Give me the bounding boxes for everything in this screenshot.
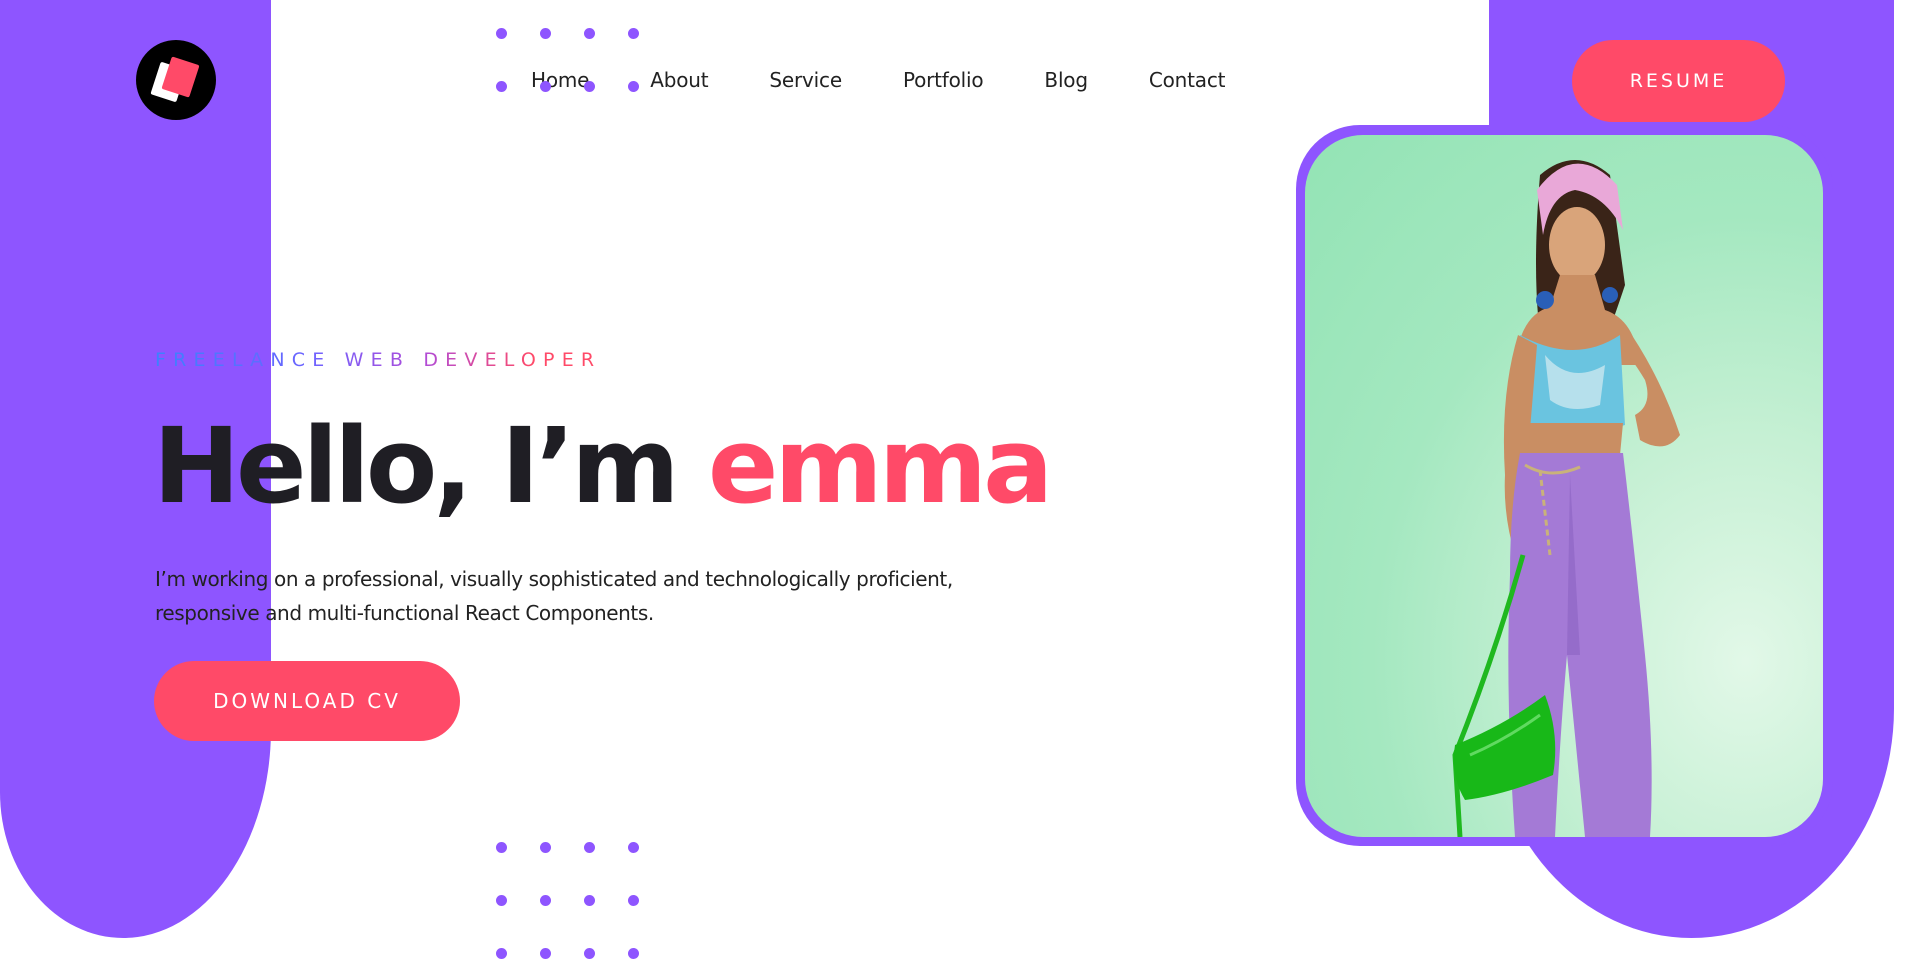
dot <box>584 28 595 39</box>
dot <box>628 895 639 906</box>
hero-title-prefix: Hello, I’m <box>153 405 708 527</box>
hero-description: I’m working on a professional, visually … <box>155 567 953 625</box>
nav-item-blog[interactable]: Blog <box>1044 68 1088 92</box>
nav-item-home[interactable]: Home <box>531 68 589 92</box>
decorative-dots-bottom <box>496 842 639 959</box>
hero-eyebrow: FREELANCE WEB DEVELOPER <box>155 349 602 371</box>
download-cv-button[interactable]: DOWNLOAD CV <box>154 661 460 741</box>
dot <box>540 842 551 853</box>
dot <box>540 28 551 39</box>
nav-item-portfolio[interactable]: Portfolio <box>903 68 984 92</box>
midriff <box>1520 423 1623 455</box>
dot <box>584 842 595 853</box>
nav-item-about[interactable]: About <box>650 68 708 92</box>
dot <box>540 895 551 906</box>
dot <box>540 948 551 959</box>
dot <box>496 842 507 853</box>
dot <box>496 28 507 39</box>
arm-right <box>1615 325 1680 447</box>
dot <box>628 28 639 39</box>
portrait-illustration <box>1452 160 1680 837</box>
dot <box>628 842 639 853</box>
dot <box>496 81 507 92</box>
earring-left <box>1536 291 1554 309</box>
face <box>1549 207 1605 283</box>
dot <box>584 895 595 906</box>
hero-title-name: emma <box>707 405 1053 527</box>
earring-right <box>1602 287 1618 303</box>
dot <box>496 895 507 906</box>
hero-photo-frame <box>1296 125 1833 846</box>
hero-title: Hello, I’m emma <box>153 405 1053 527</box>
main-nav: Home About Service Portfolio Blog Contac… <box>531 68 1225 92</box>
nav-item-contact[interactable]: Contact <box>1149 68 1226 92</box>
logo[interactable] <box>136 40 216 120</box>
nav-item-service[interactable]: Service <box>769 68 842 92</box>
dot <box>628 948 639 959</box>
dot <box>496 948 507 959</box>
hero-photo <box>1305 135 1823 837</box>
resume-button[interactable]: RESUME <box>1572 40 1785 122</box>
dot <box>584 948 595 959</box>
